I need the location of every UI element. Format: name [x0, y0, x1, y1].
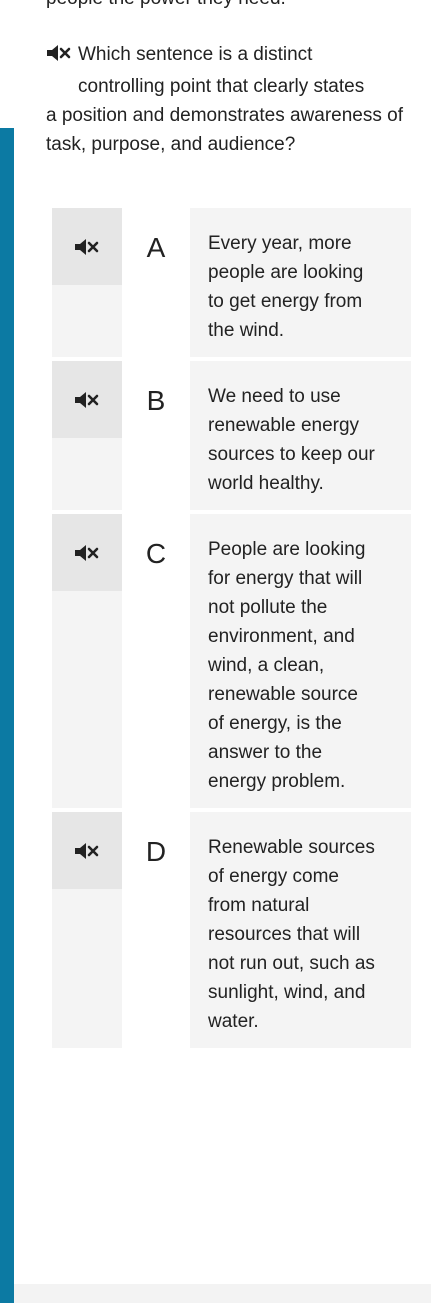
choice-letter: B: [122, 361, 190, 510]
choice-letter: D: [122, 812, 190, 1048]
speaker-muted-icon[interactable]: [52, 361, 122, 438]
choice-a[interactable]: A Every year, more people are looking to…: [52, 208, 411, 357]
question-rest: a position and demonstrates awareness of…: [46, 105, 403, 155]
choice-c[interactable]: C People are looking for energy that wil…: [52, 514, 411, 808]
speaker-muted-icon[interactable]: [52, 812, 122, 889]
answer-choices: A Every year, more people are looking to…: [52, 208, 411, 1052]
speaker-muted-icon[interactable]: [52, 208, 122, 285]
question-line-2: controlling point that clearly states: [78, 76, 365, 97]
side-accent-bar: [0, 128, 14, 1303]
choice-text: Every year, more people are looking to g…: [208, 233, 364, 341]
bottom-strip: [14, 1284, 431, 1303]
choice-letter: C: [122, 514, 190, 808]
choice-letter: A: [122, 208, 190, 357]
choice-text: Renewable sources of energy come from na…: [208, 837, 375, 1032]
speaker-muted-icon[interactable]: [52, 514, 122, 591]
previous-passage-text: people the power they need.: [46, 0, 286, 11]
choice-b[interactable]: B We need to use renewable energy source…: [52, 361, 411, 510]
question-prompt: Which sentence is a distinct controlling…: [46, 40, 418, 159]
question-line-1: Which sentence is a distinct: [78, 44, 313, 65]
choice-text: People are looking for energy that will …: [208, 539, 366, 792]
choice-text: We need to use renewable energy sources …: [208, 386, 375, 494]
speaker-muted-icon[interactable]: [46, 43, 72, 72]
choice-d[interactable]: D Renewable sources of energy come from …: [52, 812, 411, 1048]
